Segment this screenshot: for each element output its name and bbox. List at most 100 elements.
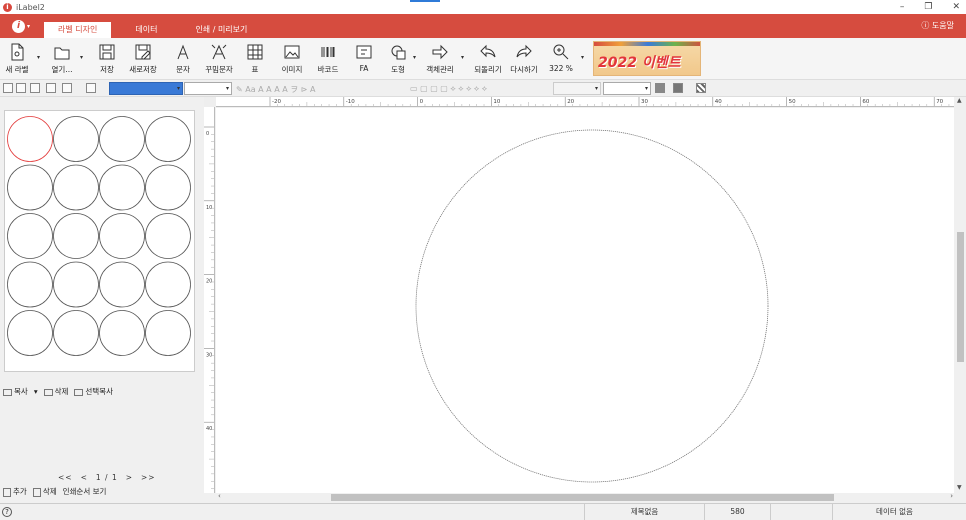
event-promo-banner[interactable]: 2022 이벤트 [593, 41, 701, 76]
label-thumbnail[interactable] [99, 261, 145, 308]
help-button[interactable]: ⓘ 도움말 [921, 20, 954, 31]
label-sheet-panel: 복사 ▾ 삭제 선택복사 << < 1 / 1 > >> 추가 삭제 인쇄순서 … [0, 97, 203, 505]
label-thumbnail[interactable] [53, 164, 99, 211]
tab-print-preview[interactable]: 인쇄 / 미리보기 [181, 22, 261, 38]
horizontal-scroll-thumb[interactable] [331, 494, 834, 501]
open-button[interactable]: 열기... [47, 42, 77, 76]
label-thumbnail[interactable] [7, 261, 53, 308]
status-title: 제목없음 [584, 504, 704, 520]
label-thumbnail[interactable] [7, 164, 53, 211]
label-thumbnail[interactable] [99, 310, 145, 356]
scroll-down-icon[interactable]: ▼ [957, 484, 962, 491]
fa-button[interactable]: FA [354, 42, 374, 76]
canvas-svg[interactable] [216, 108, 954, 493]
text-button[interactable]: 문자 [172, 42, 194, 76]
label-thumbnail[interactable] [145, 310, 191, 356]
clipboard-icon[interactable] [30, 83, 40, 93]
table-button[interactable]: 표 [245, 42, 265, 76]
close-button[interactable]: ✕ [952, 0, 960, 14]
restore-button[interactable]: ❐ [924, 0, 932, 14]
lock-icon[interactable] [46, 83, 56, 93]
barcode-button[interactable]: 바코드 [315, 42, 341, 76]
label-thumbnail-selected[interactable] [7, 116, 53, 162]
pattern-icon[interactable] [696, 83, 706, 93]
label-thumbnail[interactable] [145, 213, 191, 259]
image-button[interactable]: 이미지 [279, 42, 305, 76]
vertical-scrollbar[interactable]: ▲ ▼ [955, 97, 966, 493]
fill-color-icon[interactable] [655, 83, 665, 93]
copy-button[interactable]: 복사 [3, 386, 28, 397]
redo-button[interactable]: 다시하기 [508, 42, 540, 76]
save-button[interactable]: 저장 [95, 42, 119, 76]
arrange-icons[interactable]: ▭ ▢ ▢ ▢ ⟡ ⟡ ⟡ ⟡ ⟡ [410, 84, 487, 94]
ruler-tick-label: 30 [206, 352, 212, 358]
label-thumbnail[interactable] [99, 164, 145, 211]
horizontal-scrollbar[interactable]: ‹ › [216, 492, 955, 502]
ruler-tick-label: 20 [206, 279, 212, 285]
label-thumbnail-grid[interactable] [4, 110, 195, 372]
chevron-down-icon[interactable]: ▾ [37, 54, 40, 61]
help-icon[interactable]: ? [2, 507, 12, 517]
chevron-down-icon: ▾ [225, 85, 229, 92]
label-thumbnail[interactable] [99, 116, 145, 162]
first-page-button[interactable]: << [58, 473, 73, 482]
image-settings-icon[interactable] [62, 83, 72, 93]
ruler-tick-label: 20 [567, 99, 574, 105]
line-color-icon[interactable] [673, 83, 683, 93]
label-thumbnail[interactable] [145, 116, 191, 162]
object-manager-button[interactable]: 객체관리 [424, 42, 456, 76]
chevron-down-icon[interactable]: ▾ [461, 54, 464, 61]
scroll-left-icon[interactable]: ‹ [218, 492, 221, 500]
label-thumbnail[interactable] [99, 213, 145, 259]
print-icon[interactable] [3, 83, 13, 93]
save-as-button[interactable]: 새로저장 [127, 42, 159, 76]
text-style-icons[interactable]: ✎ Aa A A A A ヲ ⊳ A [236, 84, 316, 95]
shape-button[interactable]: 도형 [387, 42, 409, 76]
vertical-ruler: 01020304050 [204, 107, 215, 493]
prev-page-button[interactable]: < [81, 473, 88, 482]
scroll-up-icon[interactable]: ▲ [957, 97, 962, 104]
chevron-down-icon[interactable]: ▾ [413, 54, 416, 61]
delete-button[interactable]: 삭제 [43, 386, 68, 397]
ruler-tick-label: 70 [936, 99, 943, 105]
minimize-button[interactable]: – [900, 0, 905, 14]
zoom-button[interactable]: 322 % [547, 42, 575, 76]
scroll-right-icon[interactable]: › [950, 492, 953, 500]
line-style-select[interactable]: ▾ [553, 82, 601, 95]
label-thumbnail[interactable] [145, 164, 191, 211]
label-thumbnail[interactable] [7, 310, 53, 356]
print-order-button[interactable]: 인쇄순서 보기 [63, 486, 107, 497]
add-page-button[interactable]: 추가 [3, 486, 27, 497]
design-canvas[interactable] [216, 108, 954, 493]
save-icon [97, 42, 117, 62]
chevron-down-icon[interactable]: ▾ [581, 54, 584, 61]
select-copy-button[interactable]: 선택복사 [74, 386, 113, 397]
label-thumbnail[interactable] [145, 261, 191, 308]
align-icon[interactable] [86, 83, 96, 93]
layout-icon[interactable] [16, 83, 26, 93]
label-thumbnail[interactable] [53, 213, 99, 259]
tab-data[interactable]: 데이터 [121, 22, 171, 38]
font-name-select[interactable]: ▾ [109, 82, 183, 95]
label-thumbnail[interactable] [7, 213, 53, 259]
label-thumbnails[interactable] [5, 111, 196, 373]
chevron-down-icon[interactable]: ▾ [34, 387, 38, 396]
vertical-scroll-thumb[interactable] [957, 232, 964, 362]
label-thumbnail[interactable] [53, 116, 99, 162]
chevron-down-icon[interactable]: ▾ [80, 54, 83, 61]
remove-page-button[interactable]: 삭제 [32, 486, 57, 497]
new-label-button[interactable]: 새 라벨 [4, 42, 30, 76]
label-thumbnail[interactable] [53, 310, 99, 356]
app-menu-button[interactable]: i ▾ [8, 14, 34, 38]
tab-label-design[interactable]: 라벨 디자인 [44, 22, 112, 38]
font-size-select[interactable]: ▾ [184, 82, 232, 95]
undo-button[interactable]: 되돌리기 [472, 42, 504, 76]
label-outline-circle[interactable] [415, 129, 769, 483]
deco-text-button[interactable]: 꾸밈문자 [203, 42, 235, 76]
next-page-button[interactable]: > [126, 473, 133, 482]
label-thumbnail[interactable] [53, 261, 99, 308]
last-page-button[interactable]: >> [141, 473, 156, 482]
line-width-select[interactable]: ▾ [603, 82, 651, 95]
image-icon [282, 42, 302, 62]
vertical-ruler-ticks: 01020304050 [204, 126, 214, 489]
